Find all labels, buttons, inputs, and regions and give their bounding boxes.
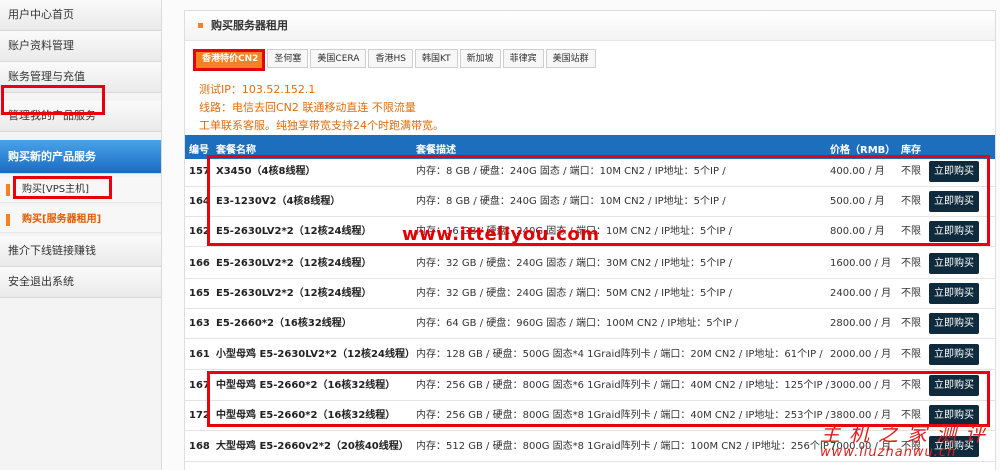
region-tabs: 香港特价CN2 圣何塞 美国CERA 香港HS 韩国KT 新加坡 菲律宾 美国站… [195,49,598,68]
line-info-text: 线路：电信去回CN2 联通移动直连 不限流量 [199,101,416,114]
row-id: 164 [189,196,210,207]
row-stock: 不限 [901,226,921,237]
buy-now-button[interactable]: 立即购买 [929,283,979,304]
row-id: 166 [189,258,210,269]
row-name: E5-2630LV2*2（12核24线程） [216,288,372,299]
row-id: 163 [189,318,210,329]
tab-us-cera[interactable]: 美国CERA [310,49,367,68]
sidebar-item-logout[interactable]: 安全退出系统 [0,267,161,298]
row-id: 167 [189,380,210,391]
sidebar-item-buy-new-products[interactable]: 购买新的产品服务 [0,140,161,174]
table-row: 167 中型母鸡 E5-2660*2（16核32线程） 内存：256 GB / … [185,371,995,401]
table-row: 166 E5-2630LV2*2（12核24线程） 内存：32 GB / 硬盘：… [185,249,995,279]
row-name: 中型母鸡 E5-2660*2（16核32线程） [216,410,396,421]
site-watermark: www.ittellyou.com [402,224,600,245]
col-header-price: 价格（RMB） [830,145,896,156]
sidebar-item-billing[interactable]: 账务管理与充值 [0,62,161,93]
row-price: 2400.00 / 月 [830,288,892,299]
row-desc: 内存：8 GB / 硬盘：240G 固态 / 端口：10M CN2 / IP地址… [416,196,726,207]
row-price: 2000.00 / 月 [830,349,892,360]
tab-us-station-group[interactable]: 美国站群 [545,49,596,68]
row-price: 1600.00 / 月 [830,258,892,269]
sidebar-item-account-profile[interactable]: 账户资料管理 [0,31,161,62]
buy-now-button[interactable]: 立即购买 [929,161,979,182]
tab-korea-kt[interactable]: 韩国KT [414,49,458,68]
panel-header: 购买服务器租用 [185,11,995,41]
bullet-marker [6,184,10,196]
row-name: E3-1230V2（4核8线程） [216,196,341,207]
row-stock: 不限 [901,349,921,360]
row-stock: 不限 [901,380,921,391]
row-stock: 不限 [901,196,921,207]
buy-now-button[interactable]: 立即购买 [929,221,979,242]
sidebar-subitem-label: 购买[VPS主机] [22,184,90,195]
row-desc: 内存：512 GB / 硬盘：800G 固态*8 1Graid阵列卡 / 端口：… [416,441,836,452]
row-desc: 内存：256 GB / 硬盘：800G 固态*6 1Graid阵列卡 / 端口：… [416,380,830,391]
row-price: 400.00 / 月 [830,166,885,177]
row-price: 800.00 / 月 [830,226,885,237]
row-id: 168 [189,441,210,452]
bullet-marker [6,214,10,226]
row-desc: 内存：128 GB / 硬盘：500G 固态*4 1Graid阵列卡 / 端口：… [416,349,823,360]
tab-singapore[interactable]: 新加坡 [459,49,501,68]
row-id: 162 [189,226,210,237]
table-row: 157 X3450（4核8线程） 内存：8 GB / 硬盘：240G 固态 / … [185,157,995,187]
row-desc: 内存：32 GB / 硬盘：240G 固态 / 端口：50M CN2 / IP地… [416,288,732,299]
row-desc: 内存：256 GB / 硬盘：800G 固态*8 1Graid阵列卡 / 端口：… [416,410,830,421]
table-row: 163 E5-2660*2（16核32线程） 内存：64 GB / 硬盘：960… [185,309,995,339]
page-title: 购买服务器租用 [211,19,288,32]
col-header-id: 编号 [189,145,209,156]
row-id: 165 [189,288,210,299]
tab-san-jose[interactable]: 圣何塞 [267,49,309,68]
sidebar: 用户中心首页 账户资料管理 账务管理与充值 管理我的产品服务 购买新的产品服务 … [0,0,162,470]
sidebar-subitem-buy-dedicated[interactable]: 购买[服务器租用] [0,207,161,233]
row-name: E5-2630LV2*2（12核24线程） [216,226,372,237]
col-header-stock: 库存 [901,145,921,156]
row-stock: 不限 [901,258,921,269]
col-header-desc: 套餐描述 [416,145,456,156]
corner-watermark: 主机之家测评 www.liuzhanwu.cn [820,418,994,460]
row-price: 3000.00 / 月 [830,380,892,391]
row-name: 小型母鸡 E5-2630LV2*2（12核24线程） [216,349,415,360]
sidebar-subitem-label: 购买[服务器租用] [22,214,102,225]
row-stock: 不限 [901,288,921,299]
row-stock: 不限 [901,166,921,177]
tab-hk-cn2[interactable]: 香港特价CN2 [195,49,266,68]
row-name: 大型母鸡 E5-2660v2*2（20核40线程） [216,441,409,452]
square-bullet-icon [198,23,203,28]
buy-now-button[interactable]: 立即购买 [929,253,979,274]
buy-now-button[interactable]: 立即购买 [929,344,979,365]
table-row: 161 小型母鸡 E5-2630LV2*2（12核24线程） 内存：128 GB… [185,340,995,370]
corner-watermark-cn: 主机之家测评 [820,422,994,446]
row-price: 2800.00 / 月 [830,318,892,329]
sidebar-item-manage-products[interactable]: 管理我的产品服务 [0,101,161,132]
row-id: 161 [189,349,210,360]
row-name: E5-2660*2（16核32线程） [216,318,352,329]
sidebar-item-user-center[interactable]: 用户中心首页 [0,0,161,31]
table-header: 编号 套餐名称 套餐描述 价格（RMB） 库存 [185,135,995,159]
support-info-text: 工单联系客服。纯独享带宽支持24个时跑满带宽。 [199,119,444,132]
table-row: 165 E5-2630LV2*2（12核24线程） 内存：32 GB / 硬盘：… [185,279,995,309]
tab-hk-hs[interactable]: 香港HS [368,49,413,68]
sidebar-item-referral[interactable]: 推介下线链接赚钱 [0,236,161,267]
table-row: 164 E3-1230V2（4核8线程） 内存：8 GB / 硬盘：240G 固… [185,187,995,217]
row-stock: 不限 [901,318,921,329]
tab-philippines[interactable]: 菲律宾 [502,49,544,68]
row-name: E5-2630LV2*2（12核24线程） [216,258,372,269]
row-id: 172 [189,410,210,421]
row-desc: 内存：32 GB / 硬盘：240G 固态 / 端口：30M CN2 / IP地… [416,258,732,269]
sidebar-subitem-buy-vps[interactable]: 购买[VPS主机] [0,177,161,203]
test-ip-text: 测试IP：103.52.152.1 [199,83,316,96]
col-header-name: 套餐名称 [216,145,256,156]
buy-now-button[interactable]: 立即购买 [929,313,979,334]
row-desc: 内存：8 GB / 硬盘：240G 固态 / 端口：10M CN2 / IP地址… [416,166,726,177]
row-price: 500.00 / 月 [830,196,885,207]
row-desc: 内存：64 GB / 硬盘：960G 固态 / 端口：100M CN2 / IP… [416,318,739,329]
corner-watermark-en: www.liuzhanwu.cn [820,445,957,460]
buy-now-button[interactable]: 立即购买 [929,375,979,396]
row-name: X3450（4核8线程） [216,166,316,177]
row-id: 157 [189,166,210,177]
row-name: 中型母鸡 E5-2660*2（16核32线程） [216,380,396,391]
buy-now-button[interactable]: 立即购买 [929,191,979,212]
